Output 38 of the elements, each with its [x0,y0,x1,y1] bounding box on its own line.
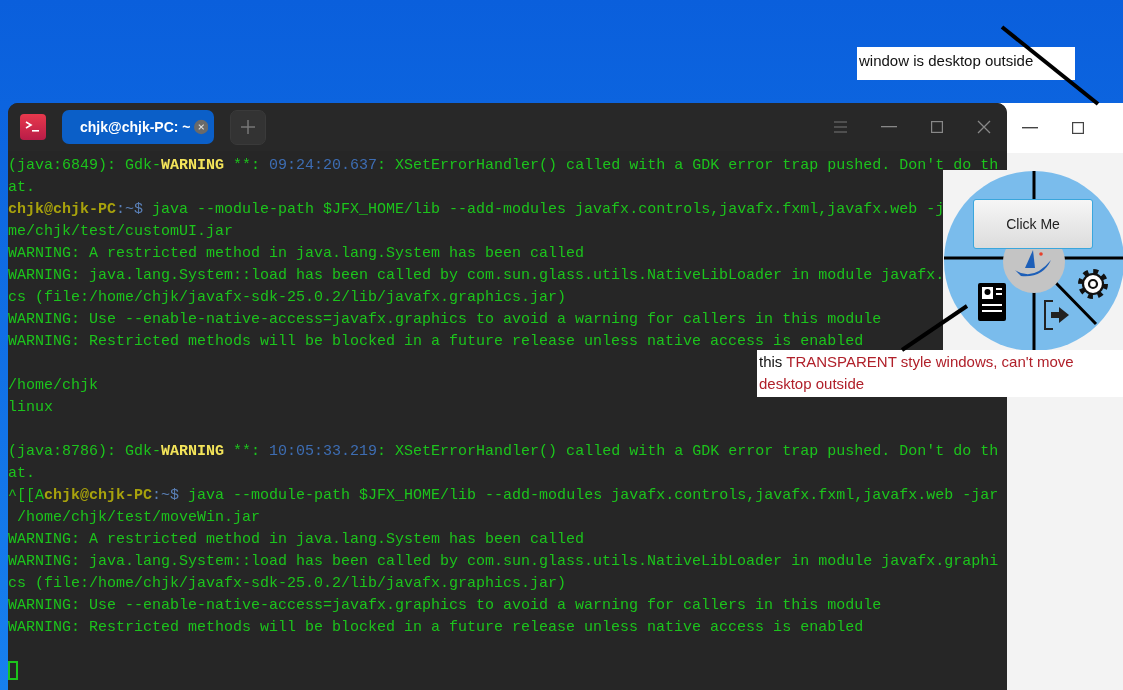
id-card-icon [978,283,1006,321]
terminal-line: me/chjk/test/customUI.jar [8,222,234,242]
terminal-line: /home/chjk/test/moveWin.jar [16,508,261,528]
close-icon[interactable] [193,119,208,135]
maximize-icon[interactable] [1072,122,1084,134]
exit-icon[interactable] [1044,300,1069,330]
new-tab-button[interactable] [230,109,266,145]
minimize-icon[interactable] [1022,127,1038,129]
terminal-line: WARNING: Use --enable-native-access=javafx.graphics to avoid a warning for callers in this module [8,596,882,616]
terminal-line: WARNING: Restricted methods will be blocked in a future release unless native access is enabled [8,332,864,352]
minimize-icon[interactable] [881,126,897,128]
terminal-line: cs (file:/home/chjk/javafx-sdk-25.0.2/lib/javafx.graphics.jar) [8,288,567,308]
terminal-app-icon[interactable] [20,114,46,140]
terminal-tab[interactable]: chjk@chjk-PC: ~ [62,110,214,144]
annotation-text: window is desktop outside [859,51,1035,71]
leader-line [900,304,969,352]
terminal-line: WARNING: Use --enable-native-access=javafx.graphics to avoid a warning for callers in this module [8,310,882,330]
annotation-text: this TRANSPARENT style windows, can't move desktop outside [759,352,1075,394]
terminal-line: (java:6849): Gdk-WARNING **: 09:24:20.637: XSetErrorHandler() called with a GDK error trap pushed. Don't do th [8,156,999,176]
text-cursor [8,661,18,680]
terminal-line: chjk@chjk-PC:~$ java --module-path $JFX_HOME/lib --add-modules javafx.controls,javafx.fxml,javafx.web -j [8,200,945,220]
terminal-line: (java:8786): Gdk-WARNING **: 10:05:33.219: XSetErrorHandler() called with a GDK error trap pushed. Don't do th [8,442,999,462]
terminal-line: at. [8,464,35,484]
maximize-icon[interactable] [931,121,943,133]
terminal-line: WARNING: Restricted methods will be blocked in a future release unless native access is enabled [8,618,864,638]
terminal-line: cs (file:/home/chjk/javafx-sdk-25.0.2/lib/javafx.graphics.jar) [8,574,567,594]
terminal-line: ^[[Achjk@chjk-PC:~$ java --module-path $JFX_HOME/lib --add-modules javafx.controls,javafx.fxml,javafx.web -jar [8,486,999,506]
terminal-line: WARNING: A restricted method in java.lang.System has been called [8,244,585,264]
terminal-line: WARNING: java.lang.System::load has been called by com.sun.glass.utils.NativeLibLoader in module javafx.graphi [8,552,999,572]
gear-icon[interactable] [1078,269,1108,299]
terminal-line: /home/chjk [8,376,98,396]
click-me-button[interactable]: Click Me [973,199,1093,249]
plus-icon [240,119,256,135]
terminal-line: linux [8,398,53,418]
terminal-line: WARNING: java.lang.System::load has been called by com.sun.glass.utils.NativeLibLoader in module javafx. [8,266,945,286]
terminal-line: WARNING: A restricted method in java.lang.System has been called [8,530,585,550]
terminal-line: at. [8,178,35,198]
close-icon[interactable] [977,120,991,134]
